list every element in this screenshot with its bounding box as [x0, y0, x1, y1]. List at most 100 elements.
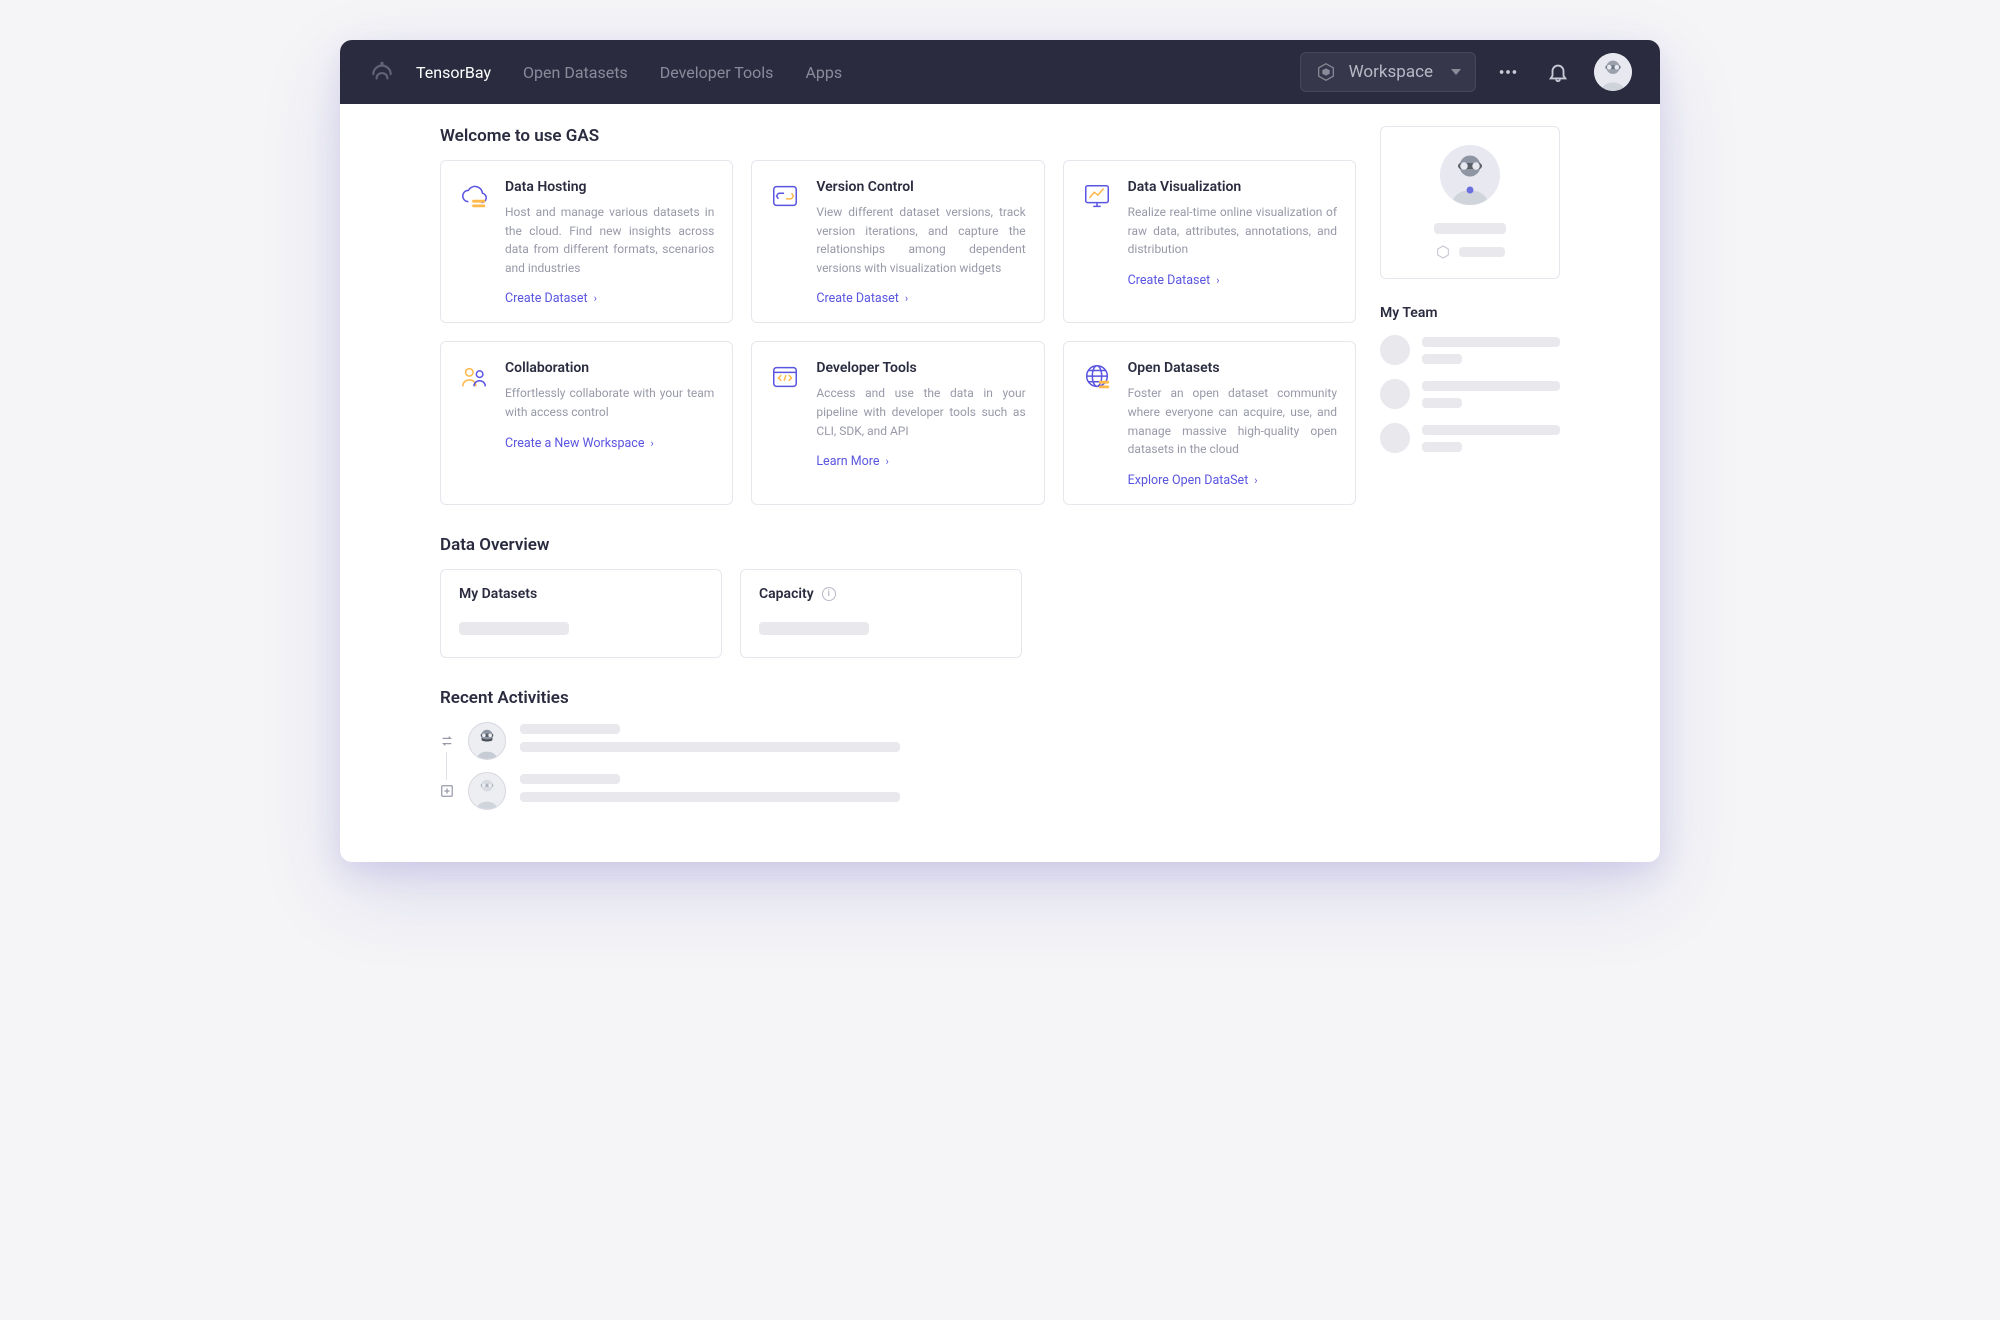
create-workspace-link[interactable]: Create a New Workspace ›: [505, 436, 714, 451]
chevron-right-icon: ›: [905, 292, 908, 305]
card-desc: Effortlessly collaborate with your team …: [505, 384, 714, 421]
notifications-button[interactable]: [1540, 54, 1576, 90]
team-row: [1380, 423, 1560, 453]
card-link-label: Create Dataset: [1128, 273, 1211, 288]
chevron-right-icon: ›: [594, 292, 597, 305]
workspace-label: Workspace: [1349, 62, 1433, 82]
skeleton-placeholder: [1422, 425, 1560, 435]
team-avatar: [1380, 423, 1410, 453]
card-desc: View different dataset versions, track v…: [816, 203, 1025, 277]
nav-apps[interactable]: Apps: [805, 63, 842, 82]
nav-open-datasets[interactable]: Open Datasets: [523, 63, 628, 82]
card-developer-tools: Developer Tools Access and use the data …: [751, 341, 1044, 504]
capacity-title: Capacity: [759, 586, 814, 602]
card-link-label: Create Dataset: [505, 291, 588, 306]
profile-card: [1380, 126, 1560, 279]
workspace-hex-icon: [1315, 61, 1337, 83]
create-dataset-link[interactable]: Create Dataset ›: [1128, 273, 1337, 288]
card-desc: Realize real-time online visualization o…: [1128, 203, 1337, 259]
recent-activities-timeline: [440, 722, 1356, 810]
activity-body: [520, 722, 1356, 752]
create-dataset-link[interactable]: Create Dataset ›: [505, 291, 714, 306]
chevron-down-icon: [1451, 69, 1461, 75]
card-title: Collaboration: [505, 360, 714, 376]
card-desc: Access and use the data in your pipeline…: [816, 384, 1025, 440]
learn-more-link[interactable]: Learn More ›: [816, 454, 1025, 469]
chart-icon: [1082, 181, 1114, 213]
version-icon: [770, 181, 802, 213]
explore-open-dataset-link[interactable]: Explore Open DataSet ›: [1128, 473, 1337, 488]
hex-icon: [1435, 244, 1451, 260]
card-title: Open Datasets: [1128, 360, 1337, 376]
user-avatar[interactable]: [1594, 53, 1632, 91]
skeleton-placeholder: [1422, 354, 1462, 364]
card-title: Data Visualization: [1128, 179, 1337, 195]
card-version-control: Version Control View different dataset v…: [751, 160, 1044, 323]
chevron-right-icon: ›: [1216, 274, 1219, 287]
activity-row: [440, 722, 1356, 760]
cloud-icon: [459, 181, 491, 213]
page-body: Welcome to use GAS Data Host: [340, 104, 1660, 862]
card-link-label: Create a New Workspace: [505, 436, 644, 451]
skeleton-placeholder: [520, 792, 900, 802]
team-avatar: [1380, 379, 1410, 409]
card-link-label: Explore Open DataSet: [1128, 473, 1249, 488]
skeleton-placeholder: [1422, 337, 1560, 347]
chevron-right-icon: ›: [650, 437, 653, 450]
skeleton-placeholder: [1434, 223, 1506, 234]
more-menu-button[interactable]: [1490, 54, 1526, 90]
activity-body: [520, 772, 1356, 802]
team-row: [1380, 379, 1560, 409]
plus-box-icon: [440, 784, 454, 798]
card-open-datasets: Open Datasets Foster an open dataset com…: [1063, 341, 1356, 504]
nav-developer-tools[interactable]: Developer Tools: [660, 63, 774, 82]
recent-activities-title: Recent Activities: [440, 688, 1356, 708]
my-datasets-card: My Datasets: [440, 569, 722, 658]
header-bar: TensorBay Open Datasets Developer Tools …: [340, 40, 1660, 104]
skeleton-placeholder: [520, 742, 900, 752]
create-dataset-link[interactable]: Create Dataset ›: [816, 291, 1025, 306]
main-column: Welcome to use GAS Data Host: [440, 126, 1356, 822]
activity-avatar: [468, 772, 506, 810]
card-title: Version Control: [816, 179, 1025, 195]
skeleton-placeholder: [1422, 398, 1462, 408]
chevron-right-icon: ›: [886, 455, 889, 468]
info-icon[interactable]: i: [822, 587, 836, 601]
welcome-title: Welcome to use GAS: [440, 126, 1356, 146]
card-desc: Host and manage various datasets in the …: [505, 203, 714, 277]
card-data-visualization: Data Visualization Realize real-time onl…: [1063, 160, 1356, 323]
activity-row: [440, 772, 1356, 810]
my-datasets-title: My Datasets: [459, 586, 703, 602]
welcome-cards-grid: Data Hosting Host and manage various dat…: [440, 160, 1356, 505]
capacity-card: Capacity i: [740, 569, 1022, 658]
profile-avatar: [1440, 145, 1500, 205]
card-collaboration: Collaboration Effortlessly collaborate w…: [440, 341, 733, 504]
card-desc: Foster an open dataset community where e…: [1128, 384, 1337, 458]
workspace-selector[interactable]: Workspace: [1300, 52, 1476, 92]
logo-icon: [368, 58, 396, 86]
chevron-right-icon: ›: [1254, 474, 1257, 487]
skeleton-placeholder: [520, 724, 620, 734]
swap-icon: [440, 734, 454, 748]
people-icon: [459, 362, 491, 394]
profile-meta-row: [1435, 244, 1505, 260]
skeleton-placeholder: [459, 622, 569, 635]
app-window: TensorBay Open Datasets Developer Tools …: [340, 40, 1660, 862]
nav-tensorbay[interactable]: TensorBay: [416, 63, 491, 82]
card-title: Developer Tools: [816, 360, 1025, 376]
skeleton-placeholder: [1459, 247, 1505, 257]
main-nav: TensorBay Open Datasets Developer Tools …: [416, 63, 1292, 82]
team-row: [1380, 335, 1560, 365]
skeleton-placeholder: [520, 774, 620, 784]
card-data-hosting: Data Hosting Host and manage various dat…: [440, 160, 733, 323]
skeleton-placeholder: [759, 622, 869, 635]
my-team-title: My Team: [1380, 305, 1560, 321]
data-overview-title: Data Overview: [440, 535, 1356, 555]
globe-icon: [1082, 362, 1114, 394]
team-list: [1380, 335, 1560, 453]
activity-avatar: [468, 722, 506, 760]
card-title: Data Hosting: [505, 179, 714, 195]
skeleton-placeholder: [1422, 381, 1560, 391]
data-overview-grid: My Datasets Capacity i: [440, 569, 1356, 658]
card-link-label: Create Dataset: [816, 291, 899, 306]
